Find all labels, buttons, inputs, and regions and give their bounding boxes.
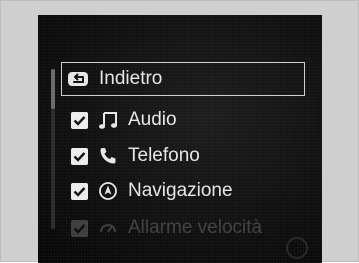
scrollbar-thumb[interactable] <box>51 69 55 109</box>
menu-item-label: Audio <box>128 109 177 130</box>
checkbox-audio[interactable] <box>71 111 88 129</box>
menu-item-navigazione[interactable]: Navigazione <box>61 174 233 208</box>
back-arrow-icon <box>67 71 89 87</box>
menu-item-label: Navigazione <box>128 180 233 201</box>
back-label: Indietro <box>99 68 163 89</box>
navigation-icon <box>98 181 118 201</box>
display-screen: Indietro Audio Telefono Navigazione Alla… <box>38 15 322 263</box>
menu-item-telefono[interactable]: Telefono <box>61 139 200 173</box>
checkbox-allarme-velocita[interactable] <box>71 219 88 237</box>
checkbox-telefono[interactable] <box>71 147 88 165</box>
decorative-dial-icon <box>286 237 308 259</box>
back-button[interactable]: Indietro <box>61 62 305 96</box>
manual-figure-frame: Indietro Audio Telefono Navigazione Alla… <box>0 0 359 263</box>
speed-alarm-icon <box>98 218 118 238</box>
music-note-icon <box>98 110 118 130</box>
menu-item-label: Allarme velocità <box>128 217 263 238</box>
menu-item-audio[interactable]: Audio <box>61 103 177 137</box>
menu-item-label: Telefono <box>128 145 200 166</box>
scrollbar[interactable] <box>51 69 55 229</box>
menu-item-allarme-velocita[interactable]: Allarme velocità <box>61 211 262 245</box>
phone-icon <box>98 146 118 166</box>
checkbox-navigazione[interactable] <box>71 182 88 200</box>
